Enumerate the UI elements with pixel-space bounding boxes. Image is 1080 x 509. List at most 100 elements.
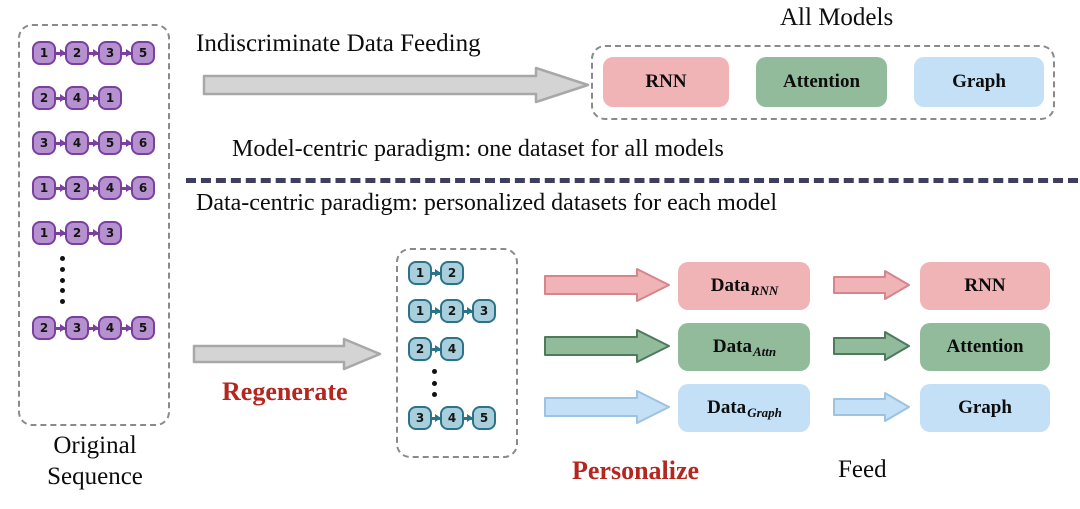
sequence-row: 2 4 1 xyxy=(32,85,155,111)
regenerated-sequence-box: 1 2 1 2 3 2 4 3 4 5 xyxy=(396,248,518,458)
sequence-link xyxy=(56,186,65,190)
feed-arrow-graph-icon xyxy=(833,392,911,422)
sequence-row: 3 4 5 6 xyxy=(32,130,155,156)
feed-arrow-attention-icon xyxy=(833,331,911,361)
sequence-row: 1 2 3 xyxy=(408,298,496,324)
indiscriminate-feeding-label: Indiscriminate Data Feeding xyxy=(196,30,481,57)
sequence-link xyxy=(122,51,131,55)
target-model-chip-graph[interactable]: Graph xyxy=(920,384,1050,432)
sequence-node: 1 xyxy=(408,299,432,323)
sequence-row: 1 2 3 xyxy=(32,220,155,246)
sequence-node: 5 xyxy=(131,316,155,340)
sequence-link xyxy=(56,96,65,100)
sequence-row: 1 2 xyxy=(408,260,496,286)
paradigm-divider xyxy=(186,178,1078,183)
sequence-node: 4 xyxy=(65,131,89,155)
sequence-link xyxy=(56,326,65,330)
sequence-node: 6 xyxy=(131,176,155,200)
model-chip-rnn[interactable]: RNN xyxy=(603,57,729,107)
sequence-link xyxy=(56,231,65,235)
sequence-node: 2 xyxy=(65,41,89,65)
sequence-link xyxy=(122,326,131,330)
personalize-label: Personalize xyxy=(572,456,700,485)
original-sequence-box: 1 2 3 5 2 4 1 3 4 5 6 1 2 4 6 1 2 3 2 3 … xyxy=(18,24,170,426)
sequence-link xyxy=(122,141,131,145)
target-model-chip-attention[interactable]: Attention xyxy=(920,323,1050,371)
vertical-ellipsis-icon xyxy=(32,256,92,304)
sequence-link xyxy=(122,186,131,190)
sequence-node: 2 xyxy=(65,176,89,200)
sequence-row: 2 4 xyxy=(408,336,496,362)
sequence-link xyxy=(89,96,98,100)
sequence-node: 2 xyxy=(32,86,56,110)
data-chip-graph[interactable]: Data Graph xyxy=(678,384,810,432)
data-chip-rnn[interactable]: Data RNN xyxy=(678,262,810,310)
sequence-node: 3 xyxy=(98,221,122,245)
data-chip-attention[interactable]: Data Attn xyxy=(678,323,810,371)
sequence-node: 4 xyxy=(98,316,122,340)
sequence-link xyxy=(432,271,440,275)
data-chip-attention-subscript: Attn xyxy=(752,344,777,359)
regenerate-arrow-icon xyxy=(192,337,382,371)
model-chip-graph[interactable]: Graph xyxy=(914,57,1044,107)
sequence-node: 4 xyxy=(65,86,89,110)
model-centric-caption: Model-centric paradigm: one dataset for … xyxy=(232,136,724,162)
target-model-chip-rnn[interactable]: RNN xyxy=(920,262,1050,310)
personalize-arrow-rnn-icon xyxy=(544,268,671,302)
sequence-link xyxy=(432,347,440,351)
sequence-node: 1 xyxy=(32,221,56,245)
original-sequence-caption: Original Sequence xyxy=(10,430,180,492)
sequence-link xyxy=(89,231,98,235)
sequence-row: 1 2 4 6 xyxy=(32,175,155,201)
data-centric-caption: Data-centric paradigm: personalized data… xyxy=(196,190,778,216)
original-caption-line1: Original xyxy=(53,432,137,459)
sequence-row: 2 3 4 5 xyxy=(32,315,155,341)
original-sequence-list: 1 2 3 5 2 4 1 3 4 5 6 1 2 4 6 1 2 3 2 3 … xyxy=(32,40,155,341)
diagram-canvas: 1 2 3 5 2 4 1 3 4 5 6 1 2 4 6 1 2 3 2 3 … xyxy=(0,0,1080,509)
feed-arrow-rnn-icon xyxy=(833,270,911,300)
all-models-chip-row: RNN Attention Graph xyxy=(603,57,1044,107)
sequence-node: 1 xyxy=(98,86,122,110)
sequence-link xyxy=(89,51,98,55)
sequence-row: 3 4 5 xyxy=(408,405,496,431)
personalize-arrow-graph-icon xyxy=(544,390,671,424)
sequence-link xyxy=(432,309,440,313)
sequence-node: 1 xyxy=(32,176,56,200)
sequence-node: 3 xyxy=(408,406,432,430)
sequence-node: 3 xyxy=(98,41,122,65)
original-caption-line2: Sequence xyxy=(47,463,143,490)
sequence-node: 1 xyxy=(408,261,432,285)
sequence-node: 2 xyxy=(32,316,56,340)
data-chip-graph-label: Data xyxy=(707,397,747,418)
sequence-link xyxy=(89,141,98,145)
sequence-node: 2 xyxy=(440,261,464,285)
model-chip-attention[interactable]: Attention xyxy=(756,57,887,107)
sequence-node: 3 xyxy=(32,131,56,155)
sequence-node: 3 xyxy=(65,316,89,340)
sequence-node: 4 xyxy=(440,406,464,430)
sequence-link xyxy=(432,416,440,420)
regenerated-sequence-list: 1 2 1 2 3 2 4 3 4 5 xyxy=(408,260,496,431)
sequence-link xyxy=(464,416,472,420)
data-chip-rnn-subscript: RNN xyxy=(750,283,779,298)
sequence-link xyxy=(56,51,65,55)
indiscriminate-feeding-arrow-icon xyxy=(202,66,590,104)
all-models-title: All Models xyxy=(780,4,894,31)
regenerate-label: Regenerate xyxy=(222,377,348,406)
sequence-node: 2 xyxy=(408,337,432,361)
sequence-node: 6 xyxy=(131,131,155,155)
sequence-link xyxy=(89,186,98,190)
sequence-link xyxy=(56,141,65,145)
sequence-node: 2 xyxy=(65,221,89,245)
sequence-node: 5 xyxy=(472,406,496,430)
sequence-node: 2 xyxy=(440,299,464,323)
data-chip-rnn-label: Data xyxy=(710,275,750,296)
sequence-link xyxy=(464,309,472,313)
vertical-ellipsis-icon xyxy=(408,369,460,397)
sequence-node: 4 xyxy=(98,176,122,200)
sequence-row: 1 2 3 5 xyxy=(32,40,155,66)
sequence-node: 4 xyxy=(440,337,464,361)
data-chip-attention-label: Data xyxy=(712,336,752,357)
sequence-link xyxy=(89,326,98,330)
sequence-node: 3 xyxy=(472,299,496,323)
